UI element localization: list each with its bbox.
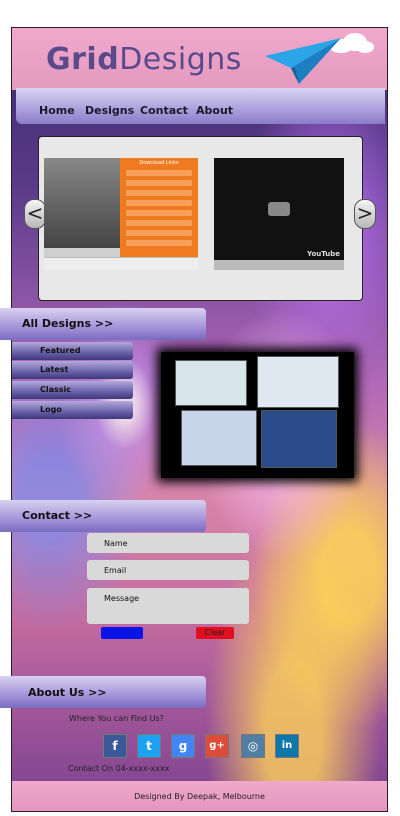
menu-latest[interactable]: Latest <box>12 361 133 379</box>
slider-prev-button[interactable]: < <box>24 199 46 229</box>
section-contact-header[interactable]: Contact >> <box>0 500 206 532</box>
google-plus-icon[interactable]: g+ <box>205 734 229 758</box>
send-button[interactable]: Send <box>101 627 143 639</box>
nav-about[interactable]: About <box>196 104 233 117</box>
instagram-icon[interactable]: ◎ <box>241 734 265 758</box>
menu-featured[interactable]: Featured <box>12 342 133 360</box>
menu-logo[interactable]: Logo <box>12 401 133 419</box>
header: GridDesigns <box>12 28 387 90</box>
logo-rest: Designs <box>119 42 242 77</box>
section-contact-title: Contact >> <box>22 509 93 522</box>
contact-phone-text: Contact On 04-xxxx-xxxx <box>68 764 170 773</box>
linkedin-icon[interactable]: in <box>275 734 299 758</box>
paper-plane-icon <box>265 38 341 84</box>
nav-contact[interactable]: Contact <box>140 104 188 117</box>
download-links-panel: Download Links <box>120 158 198 258</box>
nav-designs[interactable]: Designs <box>85 104 134 117</box>
video-player-1[interactable]: Download Links <box>44 158 198 270</box>
logo[interactable]: GridDesigns <box>46 42 242 77</box>
facebook-icon[interactable]: f <box>103 734 127 758</box>
play-icon[interactable] <box>268 202 290 216</box>
nav-home[interactable]: Home <box>39 104 75 117</box>
design-showcase-image <box>161 352 354 478</box>
video-controls[interactable] <box>44 257 198 270</box>
footer: Designed By Deepak, Melbourne <box>12 781 387 811</box>
section-designs-title: All Designs >> <box>22 317 114 330</box>
message-field[interactable]: Message <box>87 588 249 624</box>
video-thumbnail <box>44 158 120 248</box>
section-about-title: About Us >> <box>28 686 107 699</box>
section-designs-header[interactable]: All Designs >> <box>0 308 206 340</box>
name-field[interactable]: Name <box>87 533 249 553</box>
email-field[interactable]: Email <box>87 560 249 580</box>
menu-classic[interactable]: Classic <box>12 381 133 399</box>
twitter-icon[interactable]: t <box>137 734 161 758</box>
section-about-header[interactable]: About Us >> <box>0 676 206 708</box>
video-controls[interactable] <box>214 260 344 270</box>
download-links-title: Download Links <box>139 160 179 166</box>
main-nav: Home Designs Contact About <box>16 88 385 124</box>
google-icon[interactable]: g <box>171 734 195 758</box>
logo-bold: Grid <box>46 42 120 77</box>
slider-next-button[interactable]: > <box>354 199 376 229</box>
youtube-logo: YouTube <box>307 250 340 258</box>
clear-button[interactable]: Clear <box>196 627 234 639</box>
find-us-text: Where You can Find Us? <box>69 714 164 723</box>
footer-credit: Designed By Deepak, Melbourne <box>134 792 265 801</box>
video-player-2[interactable]: YouTube <box>214 158 344 270</box>
